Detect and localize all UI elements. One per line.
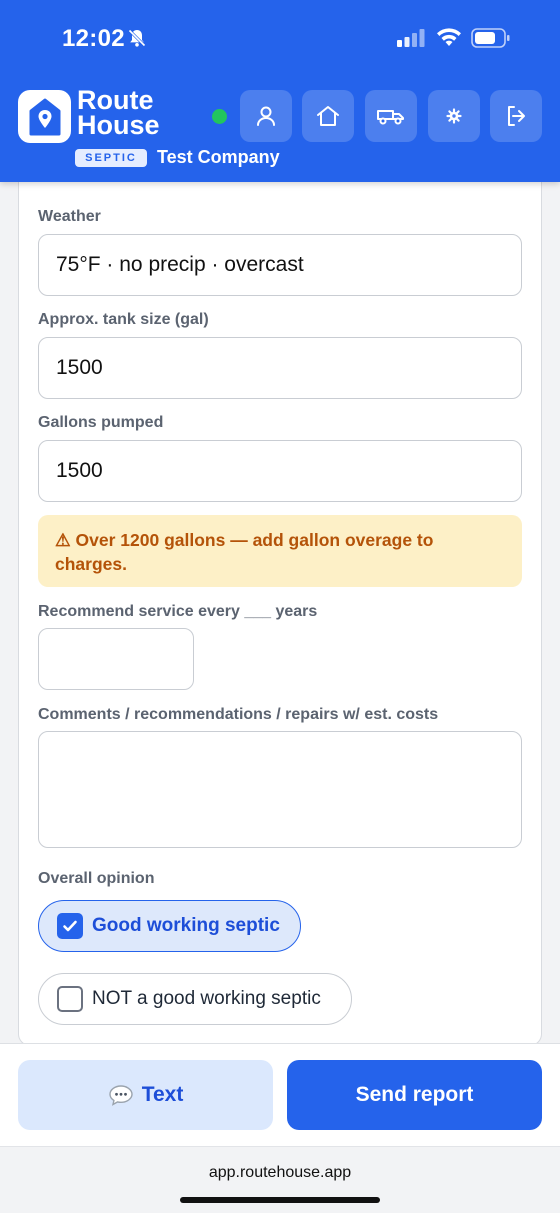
option-not-good-label: NOT a good working septic — [92, 988, 321, 1009]
house-pin-icon — [29, 98, 60, 135]
tank-size-value: 1500 — [56, 356, 103, 379]
overage-warning: ⚠ Over 1200 gallons — add gallon overage… — [38, 515, 522, 587]
home-button[interactable] — [302, 90, 354, 142]
browser-url-bar[interactable]: app.routehouse.app — [0, 1146, 560, 1213]
wifi-icon — [436, 27, 462, 52]
brand-line-2: House — [77, 110, 160, 140]
send-report-button[interactable]: Send report — [287, 1060, 542, 1130]
home-icon — [317, 106, 339, 126]
check-icon — [63, 920, 77, 932]
send-report-label: Send report — [355, 1083, 474, 1106]
settings-button[interactable] — [428, 90, 480, 142]
overall-opinion-label: Overall opinion — [38, 870, 155, 887]
comments-label: Comments / recommendations / repairs w/ … — [38, 706, 439, 723]
action-bar: Text Send report — [0, 1043, 560, 1146]
battery-icon — [471, 28, 511, 53]
text-button[interactable]: Text — [18, 1060, 273, 1130]
status-bar: 12:02 — [0, 0, 560, 76]
tank-size-label: Approx. tank size (gal) — [38, 311, 209, 328]
cell-signal-icon — [397, 29, 425, 52]
weather-field[interactable]: 75°F · no precip · overcast — [38, 234, 522, 296]
gear-icon — [446, 108, 462, 124]
speech-bubble-icon — [108, 1084, 134, 1106]
option-not-good-working-septic[interactable]: NOT a good working septic — [38, 973, 352, 1025]
user-icon — [257, 106, 275, 126]
app-header: 12:02 Route House SEPTIC Test Company — [0, 0, 560, 182]
company-name: Test Company — [157, 147, 280, 167]
tank-size-field[interactable]: 1500 — [38, 337, 522, 399]
brand-name: Route House — [77, 87, 160, 140]
septic-badge: SEPTIC — [75, 149, 147, 167]
checkbox-checked[interactable] — [57, 913, 83, 939]
logout-button[interactable] — [490, 90, 542, 142]
weather-value: 75°F · no precip · overcast — [56, 253, 304, 276]
truck-icon — [377, 110, 404, 125]
recommend-label: Recommend service every ___ years — [38, 603, 318, 620]
logout-icon — [508, 106, 525, 126]
truck-button[interactable] — [365, 90, 417, 142]
comments-textarea[interactable] — [38, 731, 522, 848]
recommend-years-field[interactable] — [38, 628, 194, 690]
url-text: app.routehouse.app — [208, 1164, 352, 1181]
bell-muted-icon — [127, 28, 147, 53]
weather-label: Weather — [38, 208, 101, 225]
option-good-label: Good working septic — [92, 915, 280, 936]
online-status-dot — [212, 109, 227, 124]
status-time: 12:02 — [62, 25, 125, 52]
home-indicator[interactable] — [180, 1197, 380, 1203]
routehouse-logo — [18, 90, 71, 143]
profile-button[interactable] — [240, 90, 292, 142]
gallons-pumped-field[interactable]: 1500 — [38, 440, 522, 502]
option-good-working-septic[interactable]: Good working septic — [38, 900, 301, 952]
gallons-pumped-label: Gallons pumped — [38, 414, 164, 431]
checkbox-unchecked[interactable] — [57, 986, 83, 1012]
gallons-pumped-value: 1500 — [56, 459, 103, 482]
text-button-label: Text — [141, 1083, 184, 1106]
